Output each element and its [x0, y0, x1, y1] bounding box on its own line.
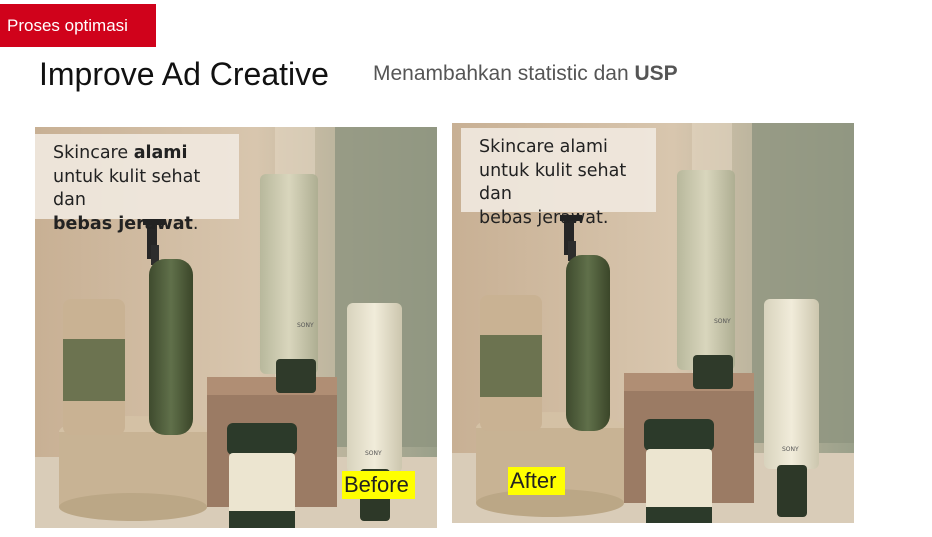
- before-label: Before: [342, 471, 415, 499]
- tube-brand-text: SONY: [714, 318, 731, 325]
- process-tag: Proses optimasi: [0, 4, 156, 47]
- ad-caption: Skincare alami untuk kulit sehat dan beb…: [35, 134, 239, 234]
- subtitle-bold: USP: [634, 62, 678, 85]
- caption-text: untuk kulit sehat dan: [53, 166, 201, 211]
- page-subtitle: Menambahkan statistic dan USP: [373, 62, 678, 86]
- cream-brand-text: SONY: [782, 446, 799, 453]
- ad-caption: Skincare alami untuk kulit sehat dan beb…: [461, 128, 656, 228]
- page-title: Improve Ad Creative: [39, 56, 329, 92]
- subtitle-text: Menambahkan statistic dan: [373, 62, 635, 85]
- caption-line: untuk kulit sehat dan: [479, 160, 627, 205]
- after-label: After: [508, 467, 565, 495]
- caption-text: .: [192, 213, 199, 234]
- caption-bold: bebas jerawat: [53, 213, 193, 234]
- caption-line: Skincare alami: [479, 137, 608, 157]
- caption-line: bebas jerawat.: [479, 207, 609, 228]
- before-ad-image: SONY SONY Skincare alami untuk kulit seh…: [35, 127, 437, 528]
- after-ad-image: SONY SONY Skincare alami untuk kulit seh…: [452, 123, 854, 523]
- caption-text: Skincare: [53, 143, 134, 163]
- caption-bold: alami: [133, 143, 188, 163]
- cream-brand-text: SONY: [365, 450, 382, 457]
- tube-brand-text: SONY: [297, 322, 314, 329]
